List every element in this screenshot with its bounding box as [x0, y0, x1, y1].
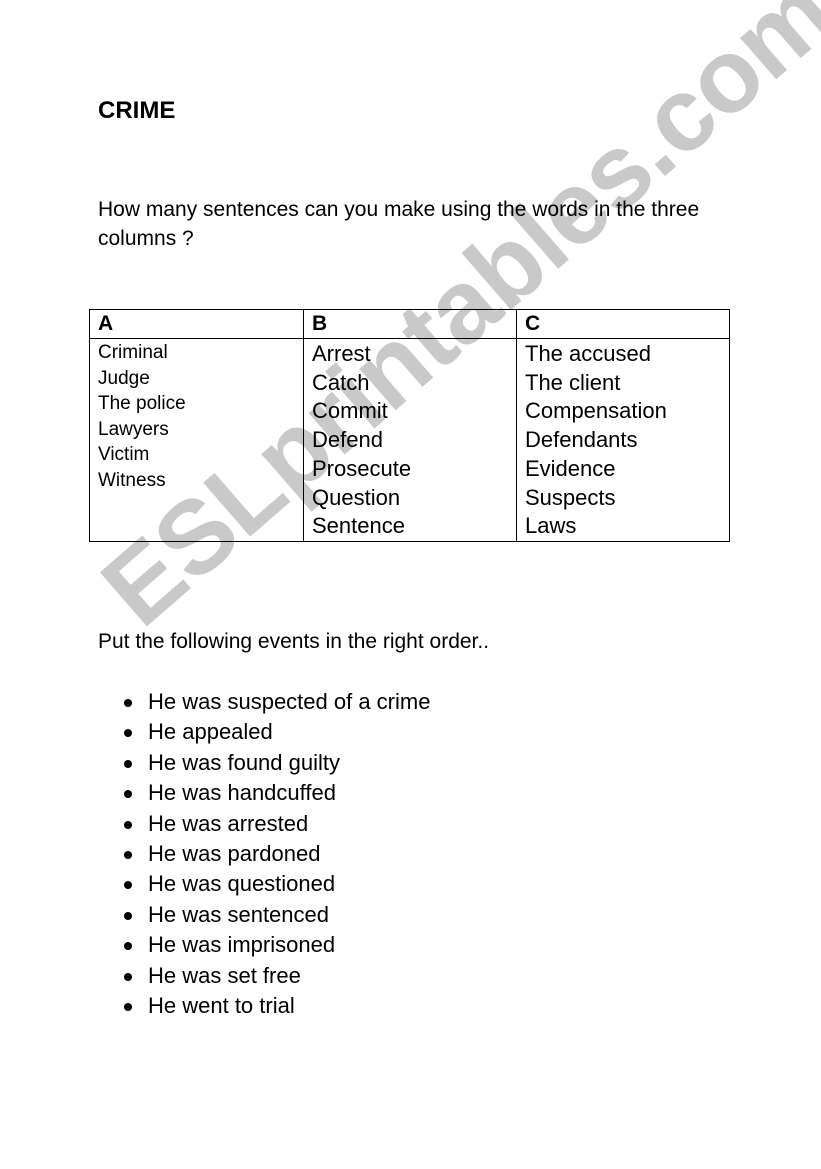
bullet-icon: [124, 911, 132, 920]
list-item: He was found guilty: [98, 748, 430, 778]
bullet-icon: [124, 820, 132, 829]
events-list: He was suspected of a crime He appealed …: [98, 687, 430, 1021]
event-text: He was set free: [148, 962, 301, 988]
word-item: Catch: [312, 369, 370, 395]
list-item: He was suspected of a crime: [98, 687, 430, 717]
list-item: He was handcuffed: [98, 778, 430, 808]
column-b-cell: Arrest Catch Commit Defend Prosecute Que…: [303, 338, 517, 542]
event-text: He was imprisoned: [148, 932, 336, 958]
word-item: Question: [312, 484, 401, 510]
event-text: He was handcuffed: [148, 780, 336, 806]
list-item: He appealed: [98, 717, 430, 747]
word-item: Compensation: [525, 398, 667, 424]
word-item: Witness: [98, 469, 166, 491]
event-text: He was sentenced: [148, 901, 329, 927]
word-item: Lawyers: [98, 418, 169, 440]
column-c-cell: The accused The client Compensation Defe…: [516, 338, 730, 542]
bullet-icon: [124, 881, 132, 890]
event-text: He was found guilty: [148, 749, 340, 775]
list-item: He was imprisoned: [98, 930, 430, 960]
event-text: He appealed: [148, 719, 273, 745]
list-item: He went to trial: [98, 991, 430, 1021]
table-row: Criminal Judge The police Lawyers Victim…: [89, 338, 730, 542]
exercise1-instruction: How many sentences can you make using th…: [98, 198, 700, 250]
column-header-a: A: [89, 309, 304, 339]
bullet-icon: [124, 942, 132, 951]
word-item: The police: [98, 393, 186, 414]
word-item: Suspects: [525, 484, 616, 510]
bullet-icon: [124, 1003, 132, 1012]
event-text: He was suspected of a crime: [148, 689, 431, 714]
word-item: The accused: [525, 341, 651, 366]
bullet-icon: [124, 851, 132, 860]
word-item: Criminal: [98, 342, 168, 363]
word-columns-table: A B C Criminal Judge The police Lawyers …: [89, 309, 730, 542]
word-item: The client: [525, 369, 621, 395]
list-item: He was arrested: [98, 809, 430, 839]
event-text: He went to trial: [148, 993, 295, 1019]
bullet-icon: [124, 699, 132, 707]
word-item: Evidence: [525, 455, 616, 481]
bullet-icon: [124, 790, 132, 799]
bullet-icon: [124, 729, 132, 738]
word-item: Commit: [312, 398, 388, 424]
list-item: He was sentenced: [98, 900, 430, 930]
list-item: He was pardoned: [98, 839, 430, 869]
event-text: He was pardoned: [148, 841, 321, 867]
word-item: Prosecute: [312, 455, 412, 481]
column-header-c: C: [516, 309, 730, 339]
bullet-icon: [124, 759, 132, 768]
word-item: Victim: [98, 444, 150, 465]
word-item: Defendants: [525, 427, 638, 453]
page-title: CRIME: [98, 97, 176, 124]
word-item: Defend: [312, 427, 383, 453]
column-a-cell: Criminal Judge The police Lawyers Victim…: [89, 338, 304, 542]
exercise2-instruction: Put the following events in the right or…: [98, 630, 490, 653]
word-item: Laws: [525, 513, 577, 539]
word-item: Sentence: [312, 513, 405, 539]
list-item: He was questioned: [98, 869, 430, 899]
list-item: He was set free: [98, 961, 430, 991]
event-text: He was arrested: [148, 810, 309, 836]
word-item: Arrest: [312, 341, 371, 366]
column-header-b: B: [303, 309, 517, 339]
event-text: He was questioned: [148, 871, 336, 897]
word-item: Judge: [98, 367, 150, 389]
table-header-row: A B C: [89, 309, 730, 339]
bullet-icon: [124, 972, 132, 981]
